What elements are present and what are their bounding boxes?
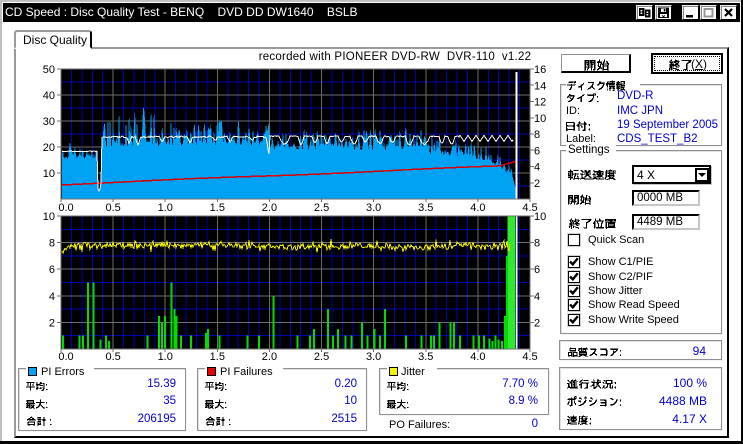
svg-text:8: 8 xyxy=(534,238,540,250)
svg-text:4.0: 4.0 xyxy=(470,351,485,363)
svg-text:1.5: 1.5 xyxy=(210,351,225,363)
svg-text:4: 4 xyxy=(534,162,540,174)
svg-text:20: 20 xyxy=(43,142,55,154)
svg-text:12: 12 xyxy=(534,97,546,109)
svg-text:8: 8 xyxy=(49,238,55,250)
svg-text:0.5: 0.5 xyxy=(105,351,120,363)
svg-text:1.0: 1.0 xyxy=(158,351,173,363)
svg-text:4: 4 xyxy=(49,291,55,303)
svg-text:10: 10 xyxy=(43,168,55,180)
svg-text:10: 10 xyxy=(43,211,55,223)
svg-text:50: 50 xyxy=(43,64,55,76)
svg-text:2: 2 xyxy=(534,178,540,190)
svg-text:0.5: 0.5 xyxy=(105,202,120,214)
svg-text:2.0: 2.0 xyxy=(262,202,277,214)
svg-text:8: 8 xyxy=(534,129,540,141)
svg-text:0.0: 0.0 xyxy=(58,351,73,363)
svg-text:6: 6 xyxy=(534,264,540,276)
svg-text:2: 2 xyxy=(49,317,55,329)
svg-text:2.5: 2.5 xyxy=(314,202,329,214)
svg-text:3.5: 3.5 xyxy=(418,202,433,214)
svg-text:4.0: 4.0 xyxy=(470,202,485,214)
svg-text:1.0: 1.0 xyxy=(158,202,173,214)
svg-text:3.0: 3.0 xyxy=(366,202,381,214)
svg-text:2.0: 2.0 xyxy=(262,351,277,363)
svg-text:10: 10 xyxy=(534,113,546,125)
svg-text:4.5: 4.5 xyxy=(522,351,537,363)
svg-text:30: 30 xyxy=(43,116,55,128)
svg-text:2.5: 2.5 xyxy=(314,351,329,363)
svg-text:40: 40 xyxy=(43,90,55,102)
svg-text:10: 10 xyxy=(534,211,546,223)
svg-text:1.5: 1.5 xyxy=(210,202,225,214)
svg-text:6: 6 xyxy=(534,145,540,157)
svg-text:0.0: 0.0 xyxy=(58,202,73,214)
svg-text:6: 6 xyxy=(49,264,55,276)
svg-text:2: 2 xyxy=(534,317,540,329)
svg-text:14: 14 xyxy=(534,80,546,92)
svg-text:4: 4 xyxy=(534,291,540,303)
svg-text:3.0: 3.0 xyxy=(366,351,381,363)
svg-text:3.5: 3.5 xyxy=(418,351,433,363)
svg-text:16: 16 xyxy=(534,64,546,76)
